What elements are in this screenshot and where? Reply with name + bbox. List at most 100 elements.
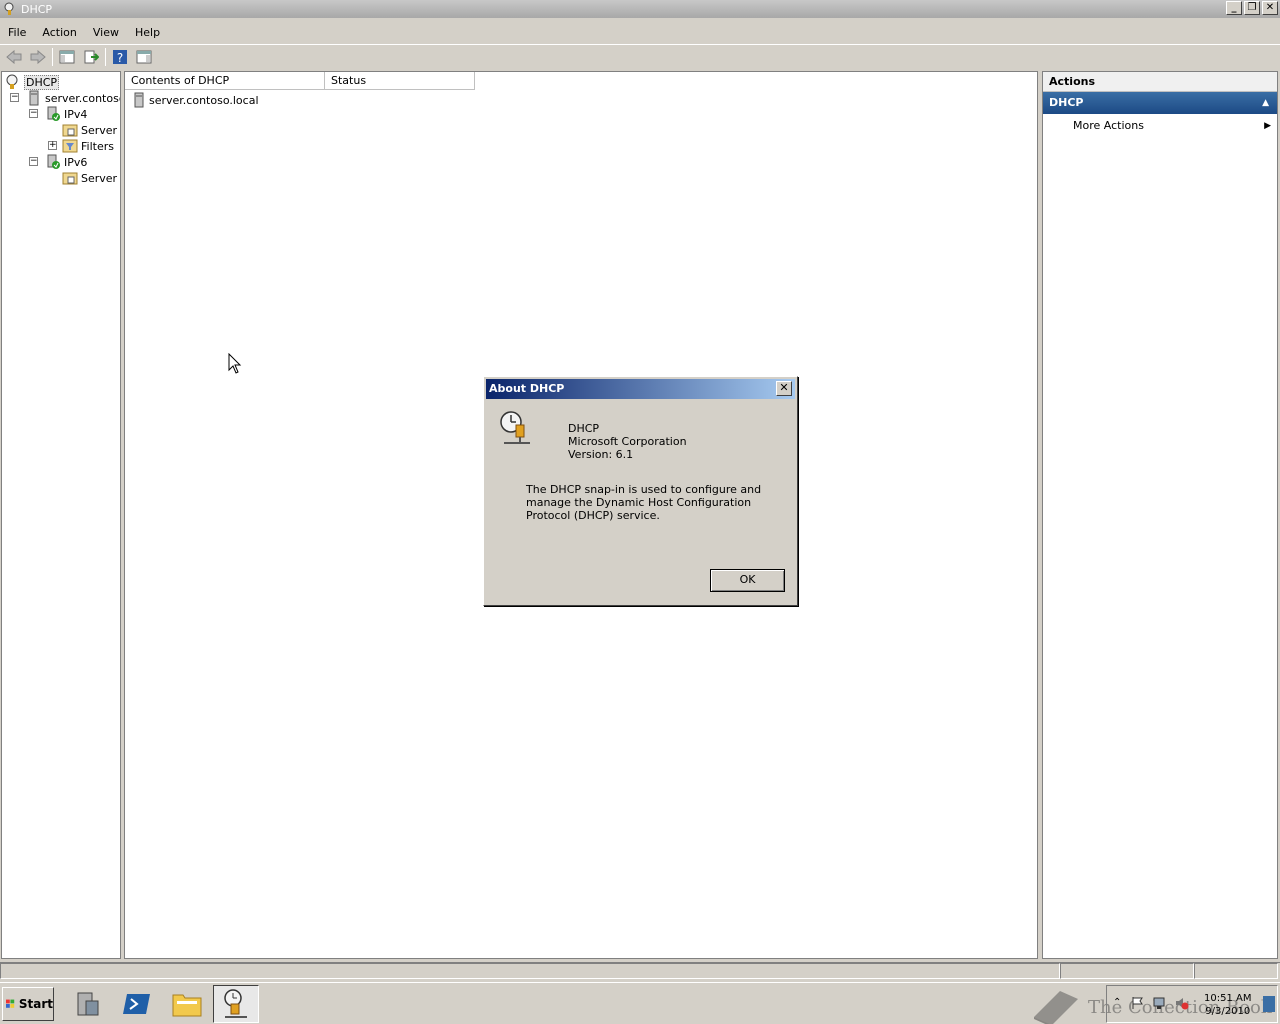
dialog-product-info: DHCP Microsoft Corporation Version: 6.1 [568, 422, 687, 461]
more-actions-item[interactable]: More Actions ▶ [1043, 114, 1277, 138]
mouse-cursor-icon [228, 353, 242, 374]
collapse-server-toggle[interactable]: − [10, 93, 19, 102]
collapse-ipv6-toggle[interactable]: − [29, 157, 38, 166]
start-button[interactable]: Start [2, 987, 54, 1021]
tree-item-dhcp[interactable]: DHCP [5, 74, 60, 90]
tree-label-ipv6-server-options: Server [81, 171, 118, 185]
show-hide-console-tree-button[interactable] [57, 47, 77, 67]
tree-item-ipv4[interactable]: IPv4 [45, 106, 87, 122]
minimize-button[interactable]: _ [1226, 1, 1242, 15]
tree-label-ipv4-server-options: Server [81, 123, 118, 137]
menu-help[interactable]: Help [127, 26, 168, 39]
tree-label-filters: Filters [81, 139, 114, 153]
start-label: Start [18, 997, 53, 1011]
ipv6-icon [47, 154, 60, 169]
actions-pane: Actions DHCP ▲ More Actions ▶ [1042, 71, 1278, 959]
menu-view[interactable]: View [85, 26, 127, 39]
dhcp-app-icon [4, 2, 14, 15]
export-list-button[interactable] [81, 47, 101, 67]
about-dialog: About DHCP ✕ DHCP Microsoft Corporation … [483, 376, 798, 606]
actions-title: Actions [1043, 72, 1277, 92]
windows-logo-icon [6, 999, 15, 1008]
back-button[interactable] [4, 47, 24, 67]
tree-label-server: server.contoso [45, 91, 121, 105]
show-desktop-button[interactable] [1263, 996, 1275, 1012]
clock-time: 10:51 AM [1204, 993, 1252, 1004]
dialog-version: Version: 6.1 [568, 448, 634, 461]
dialog-title: About DHCP [489, 382, 565, 395]
menu-bar: File Action View Help [0, 22, 168, 42]
taskbar-server-manager[interactable] [64, 985, 110, 1023]
server-options-icon [62, 172, 78, 185]
dialog-company: Microsoft Corporation [568, 435, 687, 448]
restore-button[interactable]: ❐ [1244, 1, 1260, 15]
status-cell-3 [1194, 963, 1278, 979]
dialog-title-bar: About DHCP ✕ [486, 379, 795, 399]
server-manager-icon [77, 992, 99, 1016]
action-center-flag-icon[interactable] [1131, 996, 1145, 1010]
help-button[interactable]: ? [110, 47, 130, 67]
collapse-caret-icon: ▲ [1262, 98, 1269, 108]
ok-button[interactable]: OK [710, 569, 785, 592]
console-tree-icon [59, 50, 75, 63]
svg-text:?: ? [117, 51, 123, 65]
list-item[interactable]: server.contoso.local [133, 92, 259, 108]
show-hidden-icons-icon[interactable]: ⌃ [1113, 997, 1121, 1008]
menu-action[interactable]: Action [34, 26, 84, 39]
dhcp-icon [6, 74, 18, 89]
clock[interactable]: 10:51 AM 9/3/2010 [1204, 992, 1251, 1018]
console-tree: DHCP − server.contoso − IPv4 Server + Fi… [1, 71, 121, 959]
expand-filters-toggle[interactable]: + [48, 141, 57, 150]
status-cell-2 [1060, 963, 1194, 979]
dialog-close-button[interactable]: ✕ [776, 381, 792, 396]
book-icon [1034, 991, 1078, 1024]
server-icon [29, 90, 39, 106]
actions-section-label: DHCP [1049, 96, 1084, 109]
network-icon[interactable] [1153, 996, 1167, 1010]
taskbar: Start The Collection Book ⌃ 10:51 AM 9/3… [0, 982, 1280, 1024]
column-header-status[interactable]: Status [325, 72, 475, 90]
window-title: DHCP [21, 2, 53, 16]
status-cell-main [0, 963, 1060, 979]
volume-muted-icon[interactable] [1175, 996, 1189, 1010]
filter-icon [62, 139, 78, 153]
server-options-icon [62, 124, 78, 137]
more-actions-label: More Actions [1073, 119, 1144, 132]
close-window-button[interactable]: ✕ [1262, 1, 1278, 15]
taskbar-powershell[interactable] [114, 985, 160, 1023]
tree-label-ipv6: IPv6 [64, 155, 88, 169]
list-item-name: server.contoso.local [149, 93, 259, 107]
clock-date: 9/3/2010 [1205, 1006, 1251, 1017]
tree-label-ipv4: IPv4 [64, 107, 88, 121]
actions-section-dhcp[interactable]: DHCP ▲ [1043, 92, 1277, 114]
show-hide-action-pane-button[interactable] [134, 47, 154, 67]
toolbar-separator [105, 47, 106, 66]
server-icon [134, 92, 144, 108]
dhcp-clock-icon [500, 411, 530, 444]
forward-arrow-icon [30, 49, 46, 64]
collapse-ipv4-toggle[interactable]: − [29, 109, 38, 118]
tree-label-dhcp: DHCP [24, 74, 60, 90]
tree-item-ipv4-server-options[interactable]: Server [62, 122, 117, 138]
folder-icon [172, 994, 202, 1017]
back-arrow-icon [6, 49, 22, 64]
tree-item-filters[interactable]: Filters [62, 138, 114, 154]
forward-button[interactable] [28, 47, 48, 67]
tree-item-ipv6-server-options[interactable]: Server [62, 170, 117, 186]
dialog-product: DHCP [568, 422, 600, 435]
dialog-description: The DHCP snap-in is used to configure an… [526, 483, 762, 522]
taskbar-dhcp[interactable] [213, 985, 259, 1023]
tree-item-ipv6[interactable]: IPv6 [45, 154, 87, 170]
export-list-icon [84, 50, 99, 63]
menu-file[interactable]: File [0, 26, 34, 39]
ipv4-icon [47, 106, 60, 121]
action-pane-icon [136, 50, 152, 63]
system-tray: ⌃ 10:51 AM 9/3/2010 [1106, 985, 1278, 1023]
tree-item-server[interactable]: server.contoso [26, 90, 121, 106]
dhcp-clock-icon [224, 989, 247, 1018]
status-bar [0, 962, 1280, 980]
taskbar-explorer[interactable] [164, 985, 210, 1023]
help-icon: ? [113, 49, 127, 65]
column-header-contents[interactable]: Contents of DHCP [125, 72, 325, 90]
submenu-arrow-icon: ▶ [1264, 121, 1271, 131]
